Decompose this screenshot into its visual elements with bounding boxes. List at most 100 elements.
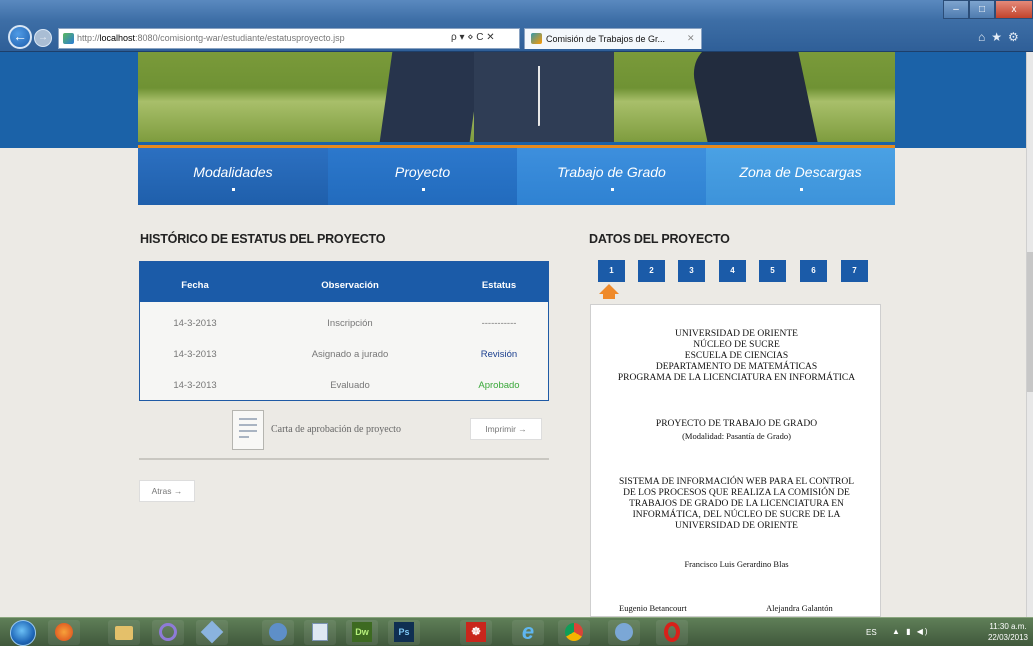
page-button-1[interactable]: 1 bbox=[598, 260, 625, 282]
cell-observacion: Inscripción bbox=[327, 318, 373, 329]
acrobat-icon[interactable]: ☸ bbox=[460, 620, 492, 645]
nav-label: Trabajo de Grado bbox=[557, 164, 666, 180]
system-tray: ES ▲ ▮ ◀) bbox=[856, 622, 976, 644]
history-title: HISTÓRICO DE ESTATUS DEL PROYECTO bbox=[140, 232, 386, 246]
cell-estatus: Aprobado bbox=[478, 380, 520, 391]
nav-item-trabajo-de-grado[interactable]: Trabajo de Grado bbox=[517, 145, 706, 205]
acrobat-label: ☸ bbox=[466, 622, 486, 642]
page-button-7[interactable]: 7 bbox=[841, 260, 868, 282]
table-row: 14-3-2013 Evaluado Aprobado bbox=[140, 369, 548, 400]
doc-asesor: Alejandra Galantón bbox=[766, 603, 833, 613]
doc-university: UNIVERSIDAD DE ORIENTE bbox=[675, 329, 798, 339]
cell-fecha: 14-3-2013 bbox=[173, 318, 217, 329]
nav-dot-icon bbox=[421, 188, 425, 191]
page-button-2[interactable]: 2 bbox=[638, 260, 665, 282]
tab-close-icon[interactable]: ✕ bbox=[687, 33, 695, 44]
doc-asesor: Eugenio Betancourt bbox=[619, 603, 687, 613]
page-favicon-icon bbox=[63, 33, 74, 44]
cell-observacion: Asignado a jurado bbox=[311, 349, 389, 360]
page-selector: 1 2 3 4 5 6 7 bbox=[598, 260, 898, 284]
photoshop-label: Ps bbox=[394, 622, 414, 642]
nav-dot-icon bbox=[232, 188, 235, 191]
tab-title: Comisión de Trabajos de Gr... bbox=[546, 34, 666, 44]
browser-title-bar: ← → http://localhost:8080/comisiontg-war… bbox=[0, 0, 1033, 52]
column-header-observacion: Observación bbox=[321, 280, 379, 291]
page-scrollbar[interactable] bbox=[1026, 52, 1033, 617]
pgadmin-icon[interactable] bbox=[262, 620, 294, 645]
internet-explorer-icon[interactable]: e bbox=[512, 620, 544, 645]
address-bar-controls[interactable]: ρ ▾ ⋄ C ✕ bbox=[451, 32, 495, 43]
url-text[interactable]: http://localhost:8080/comisiontg-war/est… bbox=[77, 33, 345, 43]
browser-tools-icons[interactable]: ⌂★⚙ bbox=[978, 30, 1025, 44]
clock-date: 22/03/2013 bbox=[987, 633, 1029, 642]
chrome-icon[interactable] bbox=[558, 620, 590, 645]
page-button-4[interactable]: 4 bbox=[719, 260, 746, 282]
nav-item-modalidades[interactable]: Modalidades bbox=[138, 145, 328, 205]
windows-taskbar: Dw Ps ☸ e ES ▲ ▮ ◀) 11:30 a.m. 22/03/201… bbox=[0, 617, 1033, 646]
nav-item-zona-de-descargas[interactable]: Zona de Descargas bbox=[706, 145, 895, 205]
doc-titulo-line: INFORMÁTICA, DEL NÚCLEO DE SUCRE DE LA bbox=[632, 510, 841, 520]
tab-favicon-icon bbox=[531, 33, 542, 44]
scrollbar-thumb[interactable] bbox=[1027, 252, 1033, 392]
page-button-6[interactable]: 6 bbox=[800, 260, 827, 282]
table-row: 14-3-2013 Inscripción ----------- bbox=[140, 307, 548, 338]
cell-estatus: ----------- bbox=[481, 318, 517, 329]
cell-fecha: 14-3-2013 bbox=[173, 380, 217, 391]
tray-icons[interactable]: ▲ ▮ ◀) bbox=[892, 627, 930, 636]
opera-icon[interactable] bbox=[656, 620, 688, 645]
language-indicator[interactable]: ES bbox=[866, 628, 877, 637]
minimize-button[interactable]: – bbox=[943, 0, 969, 19]
table-header: Fecha Observación Estatus bbox=[140, 262, 548, 302]
carta-aprobacion-label: Carta de aprobación de proyecto bbox=[271, 424, 401, 435]
tassel-decoration bbox=[538, 66, 544, 126]
selected-page-arrow-stem bbox=[603, 293, 615, 299]
start-orb-icon[interactable] bbox=[10, 620, 36, 646]
doc-departamento: DEPARTAMENTO DE MATEMÁTICAS bbox=[655, 362, 818, 372]
doc-titulo-line: TRABAJOS DE GRADO DE LA LICENCIATURA EN bbox=[629, 499, 844, 509]
nav-item-proyecto[interactable]: Proyecto bbox=[328, 145, 517, 205]
doc-titulo-line: DE LOS PROCESOS QUE REALIZA LA COMISIÓN … bbox=[623, 488, 850, 498]
nav-dot-icon bbox=[799, 188, 803, 191]
dreamweaver-label: Dw bbox=[352, 622, 372, 642]
cell-fecha: 14-3-2013 bbox=[173, 349, 217, 360]
eclipse-icon[interactable] bbox=[152, 620, 184, 645]
close-window-button[interactable]: x bbox=[995, 0, 1033, 19]
nav-label: Modalidades bbox=[193, 164, 273, 180]
virtualbox-icon[interactable] bbox=[196, 620, 228, 645]
itunes-icon[interactable] bbox=[608, 620, 640, 645]
doc-escuela: ESCUELA DE CIENCIAS bbox=[684, 351, 789, 361]
notepad-icon[interactable] bbox=[304, 620, 336, 645]
nav-label: Proyecto bbox=[394, 164, 451, 180]
dreamweaver-icon[interactable]: Dw bbox=[346, 620, 378, 645]
photoshop-icon[interactable]: Ps bbox=[388, 620, 420, 645]
address-bar[interactable]: http://localhost:8080/comisiontg-war/est… bbox=[58, 28, 520, 49]
ie-label: e bbox=[521, 619, 535, 644]
column-header-estatus: Estatus bbox=[481, 280, 517, 291]
print-button[interactable]: Imprimir → bbox=[470, 418, 542, 440]
forward-arrow-icon[interactable]: → bbox=[34, 29, 52, 47]
file-explorer-icon[interactable] bbox=[108, 620, 140, 645]
graduate-gown bbox=[474, 52, 614, 142]
doc-line bbox=[239, 436, 249, 438]
system-clock[interactable]: 11:30 a.m. 22/03/2013 bbox=[986, 621, 1030, 643]
doc-titulo-line: UNIVERSIDAD DE ORIENTE bbox=[675, 521, 798, 531]
browser-tab[interactable]: Comisión de Trabajos de Gr... ✕ bbox=[524, 28, 702, 49]
back-arrow-icon[interactable]: ← bbox=[8, 25, 32, 49]
firefox-icon[interactable] bbox=[48, 620, 80, 645]
graduate-figure bbox=[378, 52, 484, 142]
doc-line bbox=[239, 424, 257, 426]
url-path: :8080/comisiontg-war/estudiante/estatusp… bbox=[135, 33, 345, 43]
history-table: Fecha Observación Estatus 14-3-2013 Insc… bbox=[139, 261, 549, 401]
doc-line bbox=[239, 430, 257, 432]
cell-estatus: Revisión bbox=[480, 349, 518, 360]
page-button-3[interactable]: 3 bbox=[678, 260, 705, 282]
back-button[interactable]: Atras → bbox=[139, 480, 195, 502]
doc-modalidad: (Modalidad: Pasantía de Grado) bbox=[682, 431, 791, 441]
doc-proyecto: PROYECTO DE TRABAJO DE GRADO bbox=[655, 419, 818, 429]
maximize-button[interactable]: □ bbox=[969, 0, 995, 19]
doc-nucleo: NÚCLEO DE SUCRE bbox=[693, 340, 780, 350]
nav-dot-icon bbox=[610, 188, 614, 191]
doc-titulo-line: SISTEMA DE INFORMACIÓN WEB PARA EL CONTR… bbox=[618, 477, 855, 487]
doc-line bbox=[239, 418, 257, 420]
page-button-5[interactable]: 5 bbox=[759, 260, 786, 282]
